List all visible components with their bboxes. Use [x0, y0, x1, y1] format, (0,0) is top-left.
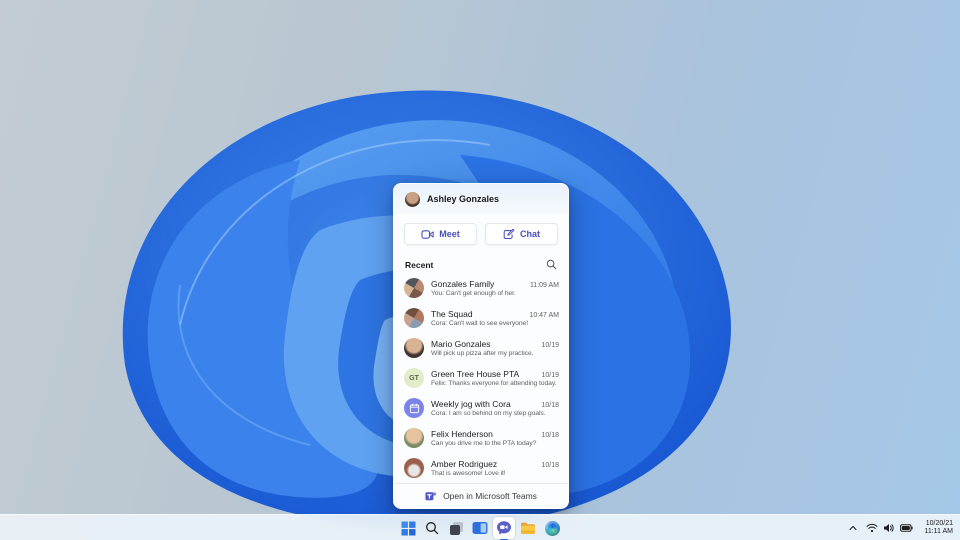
chat-button[interactable]: Chat	[485, 223, 558, 245]
conversation-time: 10/18	[541, 402, 559, 409]
file-explorer-icon	[521, 522, 535, 534]
conversation-row[interactable]: Mario Gonzales 10/19 Will pick up pizza a…	[394, 333, 568, 363]
system-tray: 10/20/21 11:11 AM	[848, 515, 956, 540]
conversation-title: Mario Gonzales	[431, 339, 491, 349]
chevron-up-icon	[849, 525, 858, 531]
conversation-list: Gonzales Family 11:09 AM You: Can't get e…	[394, 273, 568, 483]
user-avatar	[405, 191, 420, 207]
teams-chat-icon	[497, 521, 511, 535]
user-name: Ashley Gonzales	[427, 194, 500, 204]
taskbar-center	[397, 517, 563, 539]
recent-row: Recent	[394, 252, 568, 273]
speaker-icon	[884, 524, 895, 532]
quick-settings-cluster[interactable]	[864, 523, 915, 533]
search-button[interactable]	[421, 517, 443, 539]
taskbar: 10/20/21 11:11 AM	[0, 514, 960, 540]
conversation-time: 10/19	[541, 372, 559, 379]
meet-button-label: Meet	[439, 229, 460, 239]
bloom-wallpaper	[122, 90, 731, 528]
conversation-title: The Squad	[431, 309, 473, 319]
start-button[interactable]	[397, 517, 419, 539]
video-camera-icon	[421, 229, 434, 239]
conversation-time: 11:09 AM	[529, 282, 559, 289]
conversation-row[interactable]: Gonzales Family 11:09 AM You: Can't get e…	[394, 273, 568, 303]
conversation-preview: Cora: Can't wait to see everyone!	[431, 320, 528, 327]
search-icon[interactable]	[546, 259, 557, 270]
conversation-title: Gonzales Family	[431, 279, 495, 289]
conversation-title: Weekly jog with Cora	[431, 399, 511, 409]
chat-taskbar-button[interactable]	[493, 517, 515, 539]
group-photo-avatar	[404, 308, 424, 328]
person-photo-avatar	[404, 428, 424, 448]
action-buttons-row: Meet Chat	[394, 214, 568, 252]
profile-header[interactable]: Ashley Gonzales	[394, 184, 568, 214]
conversation-row[interactable]: Weekly jog with Cora 10/18 Cora: I am so …	[394, 393, 568, 423]
teams-logo-icon	[425, 492, 437, 501]
conversation-preview: Can you drive me to the PTA today?	[431, 440, 537, 447]
conversation-title: Amber Rodriguez	[431, 459, 498, 469]
widgets-icon	[472, 522, 488, 534]
task-view-button[interactable]	[445, 517, 467, 539]
conversation-time: 10:47 AM	[529, 312, 559, 319]
conversation-row[interactable]: The Squad 10:47 AM Cora: Can't wait to se…	[394, 303, 568, 333]
open-in-teams-label: Open in Microsoft Teams	[443, 491, 537, 501]
recent-label: Recent	[405, 259, 434, 270]
conversation-preview: That is awesome! Love it!	[431, 470, 506, 477]
battery-icon	[900, 524, 914, 532]
widgets-button[interactable]	[469, 517, 491, 539]
conversation-preview: You: Can't get enough of her.	[431, 290, 516, 297]
conversation-time: 10/18	[541, 432, 559, 439]
initials-avatar: GT	[404, 368, 424, 388]
task-view-icon	[449, 521, 463, 535]
conversation-time: 10/19	[541, 342, 559, 349]
conversation-row[interactable]: Felix Henderson 10/18 Can you drive me to…	[394, 423, 568, 453]
search-icon	[426, 522, 439, 535]
file-explorer-button[interactable]	[517, 517, 539, 539]
clock[interactable]: 10/20/21 11:11 AM	[921, 520, 956, 537]
desktop: Ashley Gonzales Meet Chat Recent Gonzale…	[0, 0, 960, 540]
edge-icon	[544, 520, 560, 536]
windows-start-icon	[401, 521, 415, 535]
calendar-icon	[409, 403, 419, 413]
conversation-preview: Cora: I am so behind on my step goals.	[431, 410, 546, 417]
meet-button[interactable]: Meet	[404, 223, 477, 245]
person-photo-avatar	[404, 458, 424, 478]
tray-chevron-button[interactable]	[848, 517, 858, 539]
group-photo-avatar	[404, 278, 424, 298]
tray-date: 10/20/21	[925, 519, 953, 527]
teams-chat-flyout: Ashley Gonzales Meet Chat Recent Gonzale…	[393, 183, 569, 509]
conversation-preview: Felix: Thanks everyone for attending tod…	[431, 380, 557, 387]
open-in-teams-button[interactable]: Open in Microsoft Teams	[394, 483, 568, 508]
conversation-preview: Will pick up pizza after my practice.	[431, 350, 534, 357]
person-photo-avatar	[404, 338, 424, 358]
wifi-icon	[866, 523, 879, 533]
conversation-title: Felix Henderson	[431, 429, 493, 439]
calendar-avatar	[404, 398, 424, 418]
edge-button[interactable]	[541, 517, 563, 539]
conversation-time: 10/18	[541, 462, 559, 469]
chat-button-label: Chat	[520, 229, 540, 239]
conversation-title: Green Tree House PTA	[431, 369, 520, 379]
compose-icon	[503, 228, 515, 239]
tray-time: 11:11 AM	[924, 528, 953, 535]
conversation-row[interactable]: GT Green Tree House PTA 10/19 Felix: Than…	[394, 363, 568, 393]
conversation-row[interactable]: Amber Rodriguez 10/18 That is awesome! Lo…	[394, 453, 568, 483]
